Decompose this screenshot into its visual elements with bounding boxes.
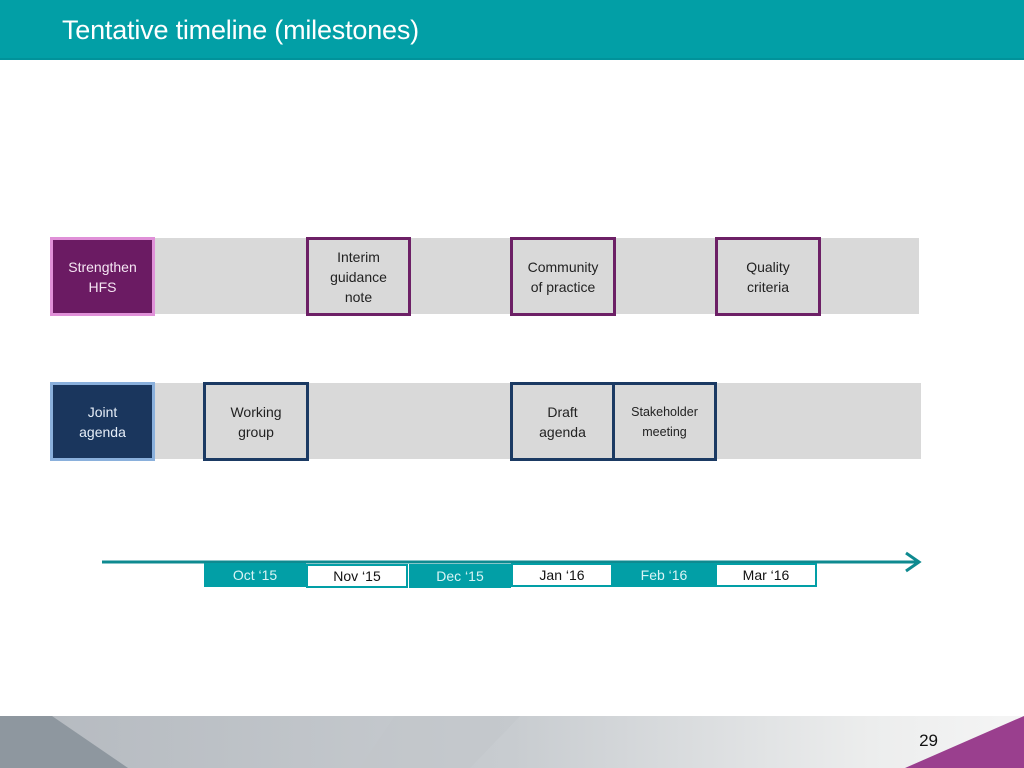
milestone-stakeholder-meeting: Stakeholder meeting <box>612 382 717 461</box>
month-dec-15: Dec ‘15 <box>409 564 511 588</box>
lane-joint-agenda <box>52 383 921 459</box>
milestone-working-group: Working group <box>203 382 309 461</box>
page-number: 29 <box>919 731 938 750</box>
month-nov-15: Nov ‘15 <box>306 564 408 588</box>
milestone-community-of-practice: Community of practice <box>510 237 616 316</box>
milestone-interim-guidance-note: Interim guidance note <box>306 237 411 316</box>
month-jan-16: Jan ‘16 <box>511 563 613 587</box>
slide-title: Tentative timeline (milestones) <box>62 15 419 45</box>
month-oct-15: Oct ‘15 <box>204 563 306 587</box>
month-feb-16: Feb ‘16 <box>613 563 715 587</box>
footer-decoration <box>0 716 1024 768</box>
row-label-strengthen-hfs: Strengthen HFS <box>50 237 155 316</box>
milestone-quality-criteria: Quality criteria <box>715 237 821 316</box>
milestone-draft-agenda: Draft agenda <box>510 382 615 461</box>
month-mar-16: Mar ‘16 <box>715 563 817 587</box>
slide-header: Tentative timeline (milestones) <box>0 0 1024 60</box>
row-label-joint-agenda: Joint agenda <box>50 382 155 461</box>
